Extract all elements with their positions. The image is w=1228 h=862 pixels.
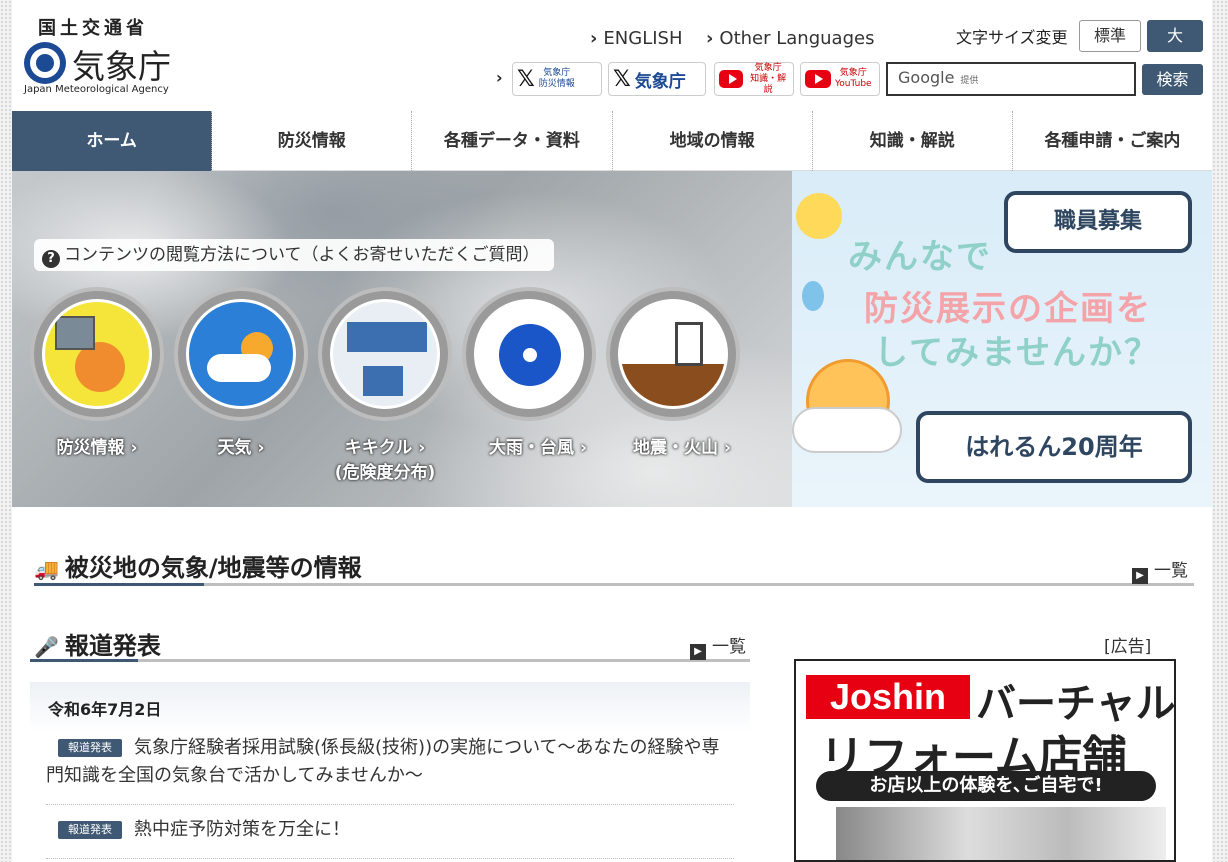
font-size-large-button[interactable]: 大	[1147, 20, 1203, 52]
weather-sun-cloud-icon	[186, 299, 296, 409]
search-provider-suffix: 提供	[960, 76, 979, 86]
circle-label-earthquake[interactable]: 地震・火山 ›	[622, 433, 742, 458]
ad-photo	[836, 807, 1166, 860]
disaster-section-title: 🚚 被災地の気象/地震等の情報	[34, 554, 362, 582]
x-icon: 𝕏	[613, 66, 631, 92]
chevron-right-icon: ›	[590, 28, 598, 49]
page-shell: 国土交通省 気象庁 Japan Meteorological Agency › E…	[12, 0, 1212, 862]
search-button[interactable]: 検索	[1142, 64, 1203, 95]
ad-brand-logo: Joshin	[806, 675, 970, 719]
jma-logo[interactable]: 国土交通省 気象庁 Japan Meteorological Agency	[24, 14, 184, 100]
press-section-title: 🎤 報道発表	[34, 632, 161, 660]
anniversary-label: はれるん20周年	[965, 433, 1143, 461]
press-item-text: 気象庁経験者採用試験(係長級(技術))の実施について～あなたの経験や専門知識を全…	[46, 737, 720, 786]
section-divider-accent	[34, 583, 204, 586]
site-header: 国土交通省 気象庁 Japan Meteorological Agency › E…	[12, 0, 1212, 111]
circle-typhoon[interactable]	[462, 287, 596, 421]
youtube-icon	[719, 70, 744, 88]
truck-icon: 🚚	[34, 557, 59, 581]
disaster-more-link[interactable]: ▶ 一覧	[1132, 556, 1188, 584]
list-item[interactable]: 報道発表 熱中症予防対策を万全に！	[46, 816, 734, 844]
press-badge: 報道発表	[58, 739, 122, 757]
press-more-link[interactable]: ▶ 一覧	[690, 632, 746, 660]
other-languages-link[interactable]: › Other Languages	[706, 28, 874, 49]
microphone-icon: 🎤	[34, 635, 59, 659]
sns-label: 気象庁 防災情報	[538, 68, 575, 89]
bousai-illustration-icon	[42, 299, 152, 409]
banner-slogan-3: してみませんか？	[874, 333, 1160, 373]
anniversary-button[interactable]: はれるん20周年	[916, 411, 1192, 483]
balloon-icon	[802, 281, 824, 311]
sun-icon	[796, 193, 842, 239]
list-separator	[46, 804, 734, 805]
x-bousai-link[interactable]: 𝕏 気象庁 防災情報	[512, 62, 602, 96]
x-icon: 𝕏	[517, 66, 535, 92]
hero-satellite-image: ? コンテンツの閲覧方法について（よくお寄せいただくご質問） 防災情報 › 天気…	[12, 171, 792, 507]
nav-knowledge[interactable]: 知識・解説	[813, 111, 1013, 171]
youtube-knowledge-link[interactable]: 気象庁 知識・解説	[714, 62, 794, 96]
list-separator	[46, 858, 734, 859]
sns-label: 気象庁	[634, 71, 686, 92]
section-divider	[30, 659, 750, 662]
section-divider	[34, 583, 1194, 586]
play-square-icon: ▶	[690, 644, 706, 660]
youtube-icon	[805, 70, 831, 88]
logo-agency-name: 気象庁	[72, 47, 171, 86]
recruit-label: 職員募集	[1053, 209, 1142, 234]
ad-label: [広告]	[1104, 637, 1152, 657]
nav-data[interactable]: 各種データ・資料	[412, 111, 613, 171]
english-link[interactable]: › ENGLISH	[590, 28, 683, 49]
circle-earthquake[interactable]	[606, 287, 740, 421]
sns-label: 気象庁 YouTube	[835, 68, 872, 89]
hareruun-banner[interactable]: 職員募集 みんなで 防災展示の企画を してみませんか？ はれるん20周年	[792, 171, 1212, 507]
circle-kikikuru[interactable]	[318, 287, 452, 421]
circle-bousai[interactable]	[30, 287, 164, 421]
circle-label-typhoon[interactable]: 大雨・台風 ›	[478, 433, 598, 458]
logo-ministry: 国土交通省	[38, 18, 148, 39]
circle-label-kikikuru[interactable]: キキクル › (危険度分布)	[330, 433, 440, 483]
nav-home[interactable]: ホーム	[12, 111, 213, 171]
logo-english-name: Japan Meteorological Agency	[24, 84, 169, 95]
typhoon-icon	[474, 299, 584, 409]
chevron-right-icon: ›	[706, 28, 714, 49]
chevron-right-icon: ›	[496, 68, 503, 87]
banner-slogan-1: みんなで	[848, 237, 992, 277]
circle-sublabel-kikikuru: (危険度分布)	[334, 463, 436, 483]
press-list: 令和6年7月2日 報道発表 気象庁経験者採用試験(係長級(技術))の実施について～…	[30, 682, 750, 862]
press-badge: 報道発表	[58, 821, 122, 839]
list-item[interactable]: 報道発表 気象庁経験者採用試験(係長級(技術))の実施について～あなたの経験や専門…	[46, 734, 734, 790]
font-size-label: 文字サイズ変更	[956, 28, 1068, 47]
circle-weather[interactable]	[174, 287, 308, 421]
section-divider-accent	[30, 659, 138, 662]
earthquake-volcano-icon	[618, 299, 728, 409]
youtube-jma-link[interactable]: 気象庁 YouTube	[800, 62, 880, 96]
recruit-button[interactable]: 職員募集	[1004, 191, 1192, 253]
search-input[interactable]: Google 提供	[886, 62, 1136, 96]
jma-emblem-icon	[24, 42, 66, 84]
circle-label-bousai[interactable]: 防災情報 ›	[52, 433, 142, 458]
banner-slogan-2: 防災展示の企画を	[864, 289, 1152, 329]
question-icon: ?	[42, 250, 60, 268]
search-provider: Google	[898, 68, 955, 87]
nav-region[interactable]: 地域の情報	[613, 111, 813, 171]
nav-bousai[interactable]: 防災情報	[212, 111, 413, 171]
cloud-character-icon	[792, 407, 902, 453]
circle-label-weather[interactable]: 天気 ›	[206, 433, 276, 458]
sns-label: 気象庁 知識・解説	[750, 62, 787, 95]
font-size-normal-button[interactable]: 標準	[1079, 20, 1141, 52]
faq-link[interactable]: ? コンテンツの閲覧方法について（よくお寄せいただくご質問）	[34, 239, 554, 271]
ad-tagline: お店以上の体験を､ご自宅で!	[816, 771, 1156, 801]
press-date: 令和6年7月2日	[48, 700, 162, 719]
global-nav: ホーム 防災情報 各種データ・資料 地域の情報 知識・解説 各種申請・ご案内	[12, 111, 1212, 171]
joshin-ad-banner[interactable]: Joshin バーチャル リフォーム店舗 お店以上の体験を､ご自宅で!	[794, 659, 1176, 862]
play-square-icon: ▶	[1132, 568, 1148, 584]
nav-applications[interactable]: 各種申請・ご案内	[1013, 111, 1212, 171]
kikikuru-flood-icon	[330, 299, 440, 409]
x-jma-link[interactable]: 𝕏 気象庁	[608, 62, 706, 96]
press-item-text: 熱中症予防対策を万全に！	[134, 819, 350, 840]
